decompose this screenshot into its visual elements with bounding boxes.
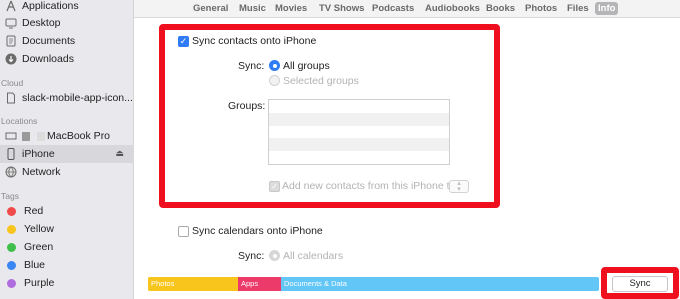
- sidebar-item-label: Blue: [24, 259, 46, 271]
- sidebar-section-icloud: Cloud: [1, 78, 24, 88]
- sync-contacts-checkbox[interactable]: ✓: [178, 36, 189, 47]
- file-icon: [5, 92, 17, 104]
- sidebar-item-label: MacBook Pro: [47, 130, 111, 142]
- sidebar-item-network[interactable]: Network: [0, 163, 134, 181]
- yellow-tag-dot-icon: [7, 224, 16, 234]
- sidebar-section-tags: Tags: [1, 191, 19, 201]
- sync-calendars-checkbox[interactable]: [178, 226, 189, 237]
- tab-podcasts[interactable]: Podcasts: [372, 3, 414, 14]
- storage-segment-documents-data: Documents & Data: [281, 277, 599, 291]
- sidebar-item-documents[interactable]: Documents: [0, 32, 134, 50]
- list-item: [269, 138, 449, 152]
- groups-list[interactable]: [268, 99, 450, 165]
- all-calendars-label: All calendars: [283, 250, 344, 262]
- sidebar-item-downloads[interactable]: Downloads: [0, 50, 134, 68]
- sidebar-item-label: slack-mobile-app-icon...: [22, 92, 133, 104]
- sidebar-item-label: Purple: [24, 277, 55, 289]
- sidebar-item-desktop[interactable]: Desktop: [0, 14, 134, 32]
- sidebar-tag-blue[interactable]: Blue: [0, 256, 134, 274]
- sidebar-item-label: Downloads: [22, 53, 74, 65]
- sidebar-item-label: Desktop: [22, 17, 61, 29]
- documents-icon: [5, 35, 17, 47]
- desktop-folder-icon: [5, 17, 17, 29]
- sidebar-tag-red[interactable]: Red: [0, 202, 134, 220]
- tab-audiobooks[interactable]: Audiobooks: [425, 3, 480, 14]
- list-item: [269, 100, 449, 113]
- eject-icon[interactable]: ⏏: [115, 148, 124, 159]
- tab-tv-shows[interactable]: TV Shows: [319, 3, 364, 14]
- tab-photos[interactable]: Photos: [525, 3, 557, 14]
- groups-label: Groups:: [228, 100, 266, 112]
- finder-sidebar: Applications Desktop Documents Downloads…: [0, 0, 134, 299]
- sidebar-item-label: Applications: [22, 0, 79, 12]
- tab-movies[interactable]: Movies: [275, 3, 307, 14]
- storage-segment-apps: Apps: [238, 277, 281, 291]
- device-tab-bar: General Music Movies TV Shows Podcasts A…: [134, 0, 680, 18]
- storage-segment-photos: Photos: [148, 277, 238, 291]
- storage-usage-bar: Photos Apps Documents & Data: [148, 277, 599, 291]
- sidebar-item-label: iPhone: [22, 148, 55, 160]
- sidebar-tag-green[interactable]: Green: [0, 238, 134, 256]
- network-globe-icon: [5, 166, 17, 178]
- sidebar-item-label: Documents: [22, 35, 76, 47]
- sidebar-item-label: Red: [24, 205, 44, 217]
- sidebar-item-macbook-pro[interactable]: MacBook Pro: [0, 127, 134, 145]
- selected-groups-label: Selected groups: [283, 75, 359, 87]
- redacted-block: [22, 131, 30, 141]
- sidebar-item-label: Green: [24, 241, 54, 253]
- sidebar-item-label: Yellow: [24, 223, 54, 235]
- purple-tag-dot-icon: [7, 278, 16, 288]
- all-groups-radio[interactable]: [269, 60, 280, 71]
- sync-contacts-label: Sync contacts onto iPhone: [192, 35, 317, 47]
- sync-calendars-label: Sync calendars onto iPhone: [192, 225, 323, 237]
- sidebar-item-applications[interactable]: Applications: [0, 0, 134, 15]
- all-groups-label: All groups: [283, 60, 330, 72]
- calendars-sync-prefix: Sync:: [238, 250, 265, 262]
- tab-general[interactable]: General: [193, 3, 228, 14]
- tab-info[interactable]: Info: [595, 2, 619, 15]
- blue-tag-dot-icon: [7, 260, 16, 270]
- tab-files[interactable]: Files: [567, 3, 589, 14]
- contacts-sync-prefix: Sync:: [238, 60, 265, 72]
- tab-books[interactable]: Books: [486, 3, 515, 14]
- redacted-block: [37, 131, 45, 141]
- sidebar-item-icloud-file[interactable]: slack-mobile-app-icon...: [0, 89, 134, 107]
- phone-icon: [5, 148, 17, 160]
- sidebar-item-iphone[interactable]: iPhone ⏏: [0, 145, 134, 163]
- sync-button[interactable]: Sync: [612, 276, 668, 292]
- add-new-contacts-checkbox[interactable]: ✓: [269, 181, 280, 192]
- selected-groups-radio[interactable]: [269, 75, 280, 86]
- list-item: [269, 112, 449, 126]
- sidebar-tag-yellow[interactable]: Yellow: [0, 220, 134, 238]
- downloads-icon: [5, 53, 17, 65]
- tab-music[interactable]: Music: [239, 3, 266, 14]
- sidebar-tag-purple[interactable]: Purple: [0, 274, 134, 292]
- sidebar-item-label: Network: [22, 166, 61, 178]
- sidebar-section-locations: Locations: [1, 116, 38, 126]
- red-tag-dot-icon: [7, 206, 16, 216]
- green-tag-dot-icon: [7, 242, 16, 252]
- list-item: [269, 126, 449, 139]
- list-item: [269, 151, 449, 164]
- all-calendars-radio[interactable]: [269, 250, 280, 261]
- group-select-stepper[interactable]: ▴ ▾: [449, 180, 469, 193]
- laptop-icon: [5, 130, 17, 142]
- add-new-contacts-label: Add new contacts from this iPhone to:: [282, 180, 459, 192]
- applications-icon: [5, 0, 17, 12]
